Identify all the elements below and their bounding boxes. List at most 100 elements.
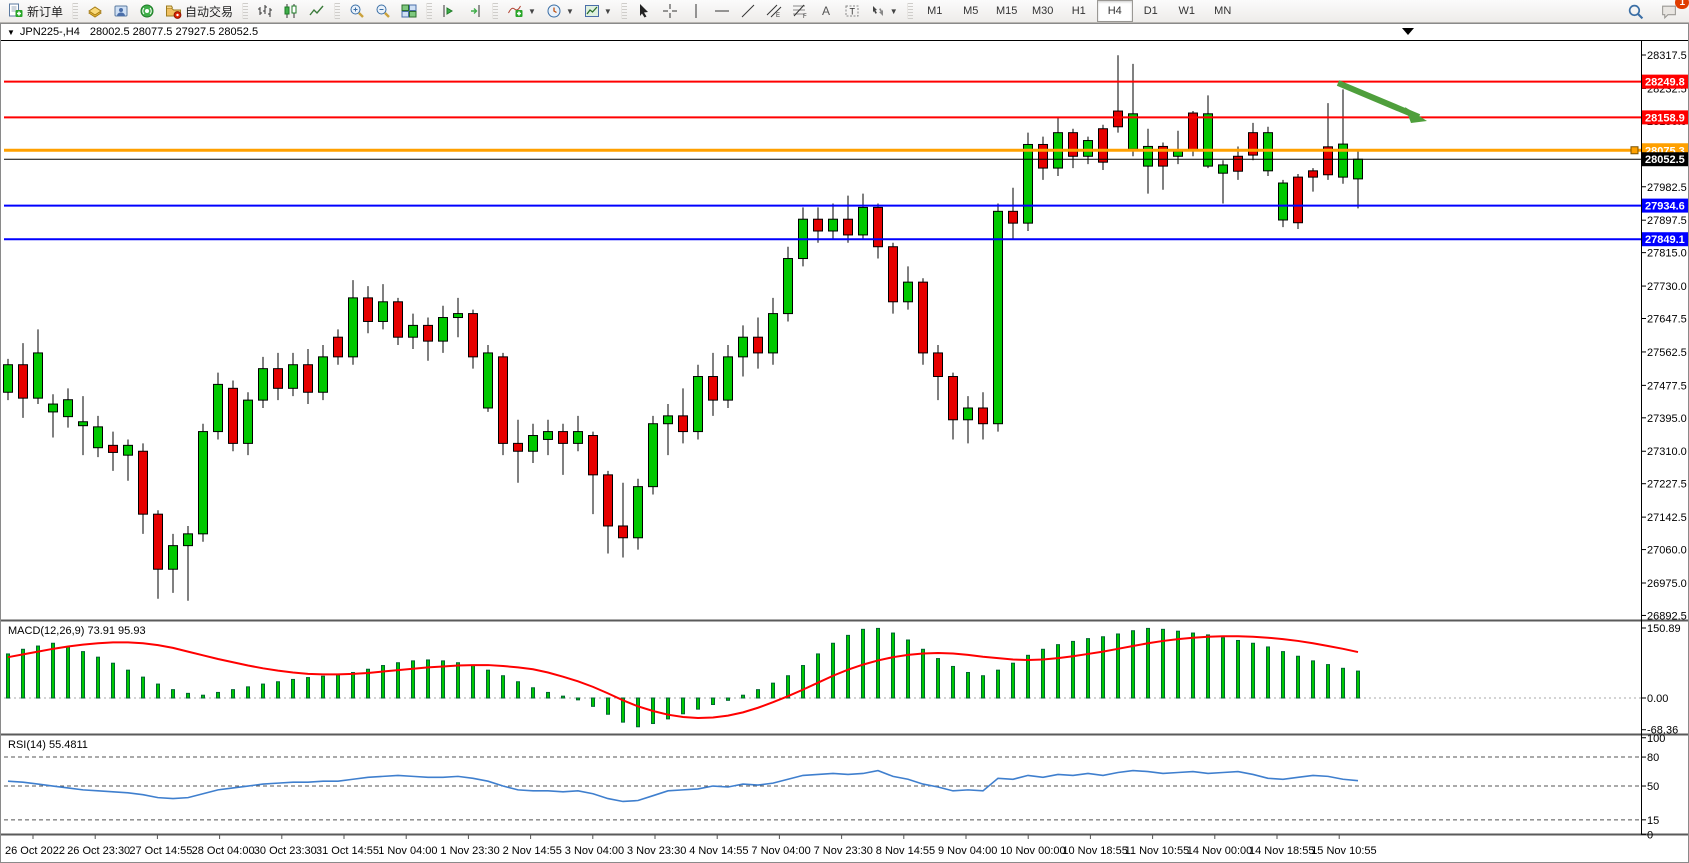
timeframe-m30[interactable]: M30 [1025, 0, 1061, 22]
candle-body [394, 302, 403, 337]
price-tick-label: 27647.5 [1647, 314, 1687, 326]
rsi-tick-label: 0 [1647, 829, 1653, 841]
fibonacci-button[interactable]: F [787, 0, 813, 22]
macd-histogram-bar [607, 698, 610, 714]
candle-body [1039, 144, 1048, 168]
arrows-icon [870, 3, 886, 19]
text-button[interactable]: A [813, 0, 839, 22]
autotrading-icon [165, 3, 182, 19]
channel-button[interactable]: E [761, 0, 787, 22]
macd-histogram-bar [82, 652, 85, 698]
timeframe-h1[interactable]: H1 [1061, 0, 1097, 22]
cursor-button[interactable] [631, 0, 657, 22]
price-chart-canvas[interactable]: 28317.528232.528150.027982.527897.527815… [0, 23, 1689, 863]
rsi-tick-label: 100 [1647, 733, 1665, 745]
navigator-icon [113, 3, 129, 19]
macd-histogram-bar [637, 698, 640, 727]
timeframe-d1[interactable]: D1 [1133, 0, 1169, 22]
autotrading-button[interactable]: 自动交易 [160, 0, 238, 22]
chart-window[interactable]: ▼ JPN225-,H4 28002.5 28077.5 27927.5 280… [0, 23, 1689, 863]
candle-body [1219, 165, 1228, 173]
time-axis-label: 4 Nov 14:55 [689, 845, 748, 857]
candle-body [94, 427, 103, 448]
price-tick-label: 27562.5 [1647, 347, 1687, 359]
candle-body [439, 318, 448, 342]
text-label-button[interactable]: T [839, 0, 865, 22]
arrows-button[interactable]: ▼ [865, 0, 903, 22]
crosshair-button[interactable] [657, 0, 683, 22]
indicators-icon [507, 3, 524, 19]
candle-body [64, 400, 73, 417]
indicators-button[interactable]: ▼ [502, 0, 541, 22]
price-tick-label: 27730.0 [1647, 281, 1687, 293]
candle-body [874, 207, 883, 246]
line-chart-button[interactable] [304, 0, 330, 22]
channel-icon: E [766, 3, 782, 19]
candle-body [1204, 114, 1213, 166]
chevron-down-icon[interactable]: ▼ [566, 7, 574, 16]
timeframe-w1[interactable]: W1 [1169, 0, 1205, 22]
price-tick-label: 27897.5 [1647, 215, 1687, 227]
level-price-tag: 28249.8 [1645, 77, 1685, 89]
candle-body [79, 422, 88, 426]
candle-body [229, 388, 238, 443]
chart-shift-marker[interactable] [1402, 28, 1414, 35]
tile-windows-icon [401, 3, 417, 19]
market-watch-button[interactable] [82, 0, 108, 22]
search-button[interactable] [1622, 0, 1649, 22]
hline-button[interactable] [709, 0, 735, 22]
tile-windows-button[interactable] [396, 0, 422, 22]
chevron-down-icon[interactable]: ▼ [604, 7, 612, 16]
templates-button[interactable]: ▼ [579, 0, 617, 22]
macd-histogram-bar [907, 640, 910, 698]
macd-histogram-bar [712, 698, 715, 704]
candle-body [139, 451, 148, 514]
chevron-down-icon[interactable]: ▼ [528, 7, 536, 16]
chat-button[interactable]: 1 [1655, 0, 1683, 22]
candle-body [1069, 133, 1078, 157]
text-label-icon: T [844, 3, 860, 19]
candle-body [844, 219, 853, 235]
candle-body [1279, 183, 1288, 220]
current-price-tag: 28052.5 [1645, 154, 1685, 166]
chevron-down-icon[interactable]: ▼ [890, 7, 898, 16]
price-tick-label: 27142.5 [1647, 512, 1687, 524]
candle-body [379, 302, 388, 322]
vline-button[interactable] [683, 0, 709, 22]
auto-scroll-button[interactable] [436, 0, 462, 22]
navigator-button[interactable] [108, 0, 134, 22]
periods-button[interactable]: ▼ [541, 0, 579, 22]
macd-histogram-bar [37, 646, 40, 698]
zoom-out-button[interactable] [370, 0, 396, 22]
candle-chart-button[interactable] [278, 0, 304, 22]
new-order-label: 新订单 [27, 3, 63, 20]
market-watch-icon [87, 3, 103, 19]
macd-histogram-bar [1057, 645, 1060, 698]
timeframe-h4[interactable]: H4 [1097, 0, 1133, 22]
candle-body [814, 219, 823, 231]
timeframe-m5[interactable]: M5 [953, 0, 989, 22]
toolbar-group-2 [252, 0, 330, 22]
macd-histogram-bar [967, 672, 970, 698]
trendline-button[interactable] [735, 0, 761, 22]
trend-arrow-head[interactable] [1405, 107, 1427, 123]
chart-shift-icon [467, 3, 483, 19]
data-window-button[interactable] [134, 0, 160, 22]
macd-histogram-bar [262, 684, 265, 698]
hline-icon [714, 3, 730, 19]
zoom-in-button[interactable] [344, 0, 370, 22]
time-axis-label: 1 Nov 04:00 [378, 845, 437, 857]
timeframe-mn[interactable]: MN [1205, 0, 1241, 22]
candle-body [529, 436, 538, 452]
chat-unread-badge: 1 [1675, 0, 1689, 9]
chart-shift-button[interactable] [462, 0, 488, 22]
macd-histogram-bar [457, 663, 460, 698]
timeframe-m15[interactable]: M15 [989, 0, 1025, 22]
macd-histogram-bar [412, 661, 415, 698]
bar-chart-button[interactable] [252, 0, 278, 22]
level-line-handle[interactable] [1631, 147, 1638, 154]
timeframe-m1[interactable]: M1 [917, 0, 953, 22]
candle-body [244, 400, 253, 443]
candle-body [559, 432, 568, 444]
new-order-button[interactable]: 新订单 [2, 0, 68, 22]
